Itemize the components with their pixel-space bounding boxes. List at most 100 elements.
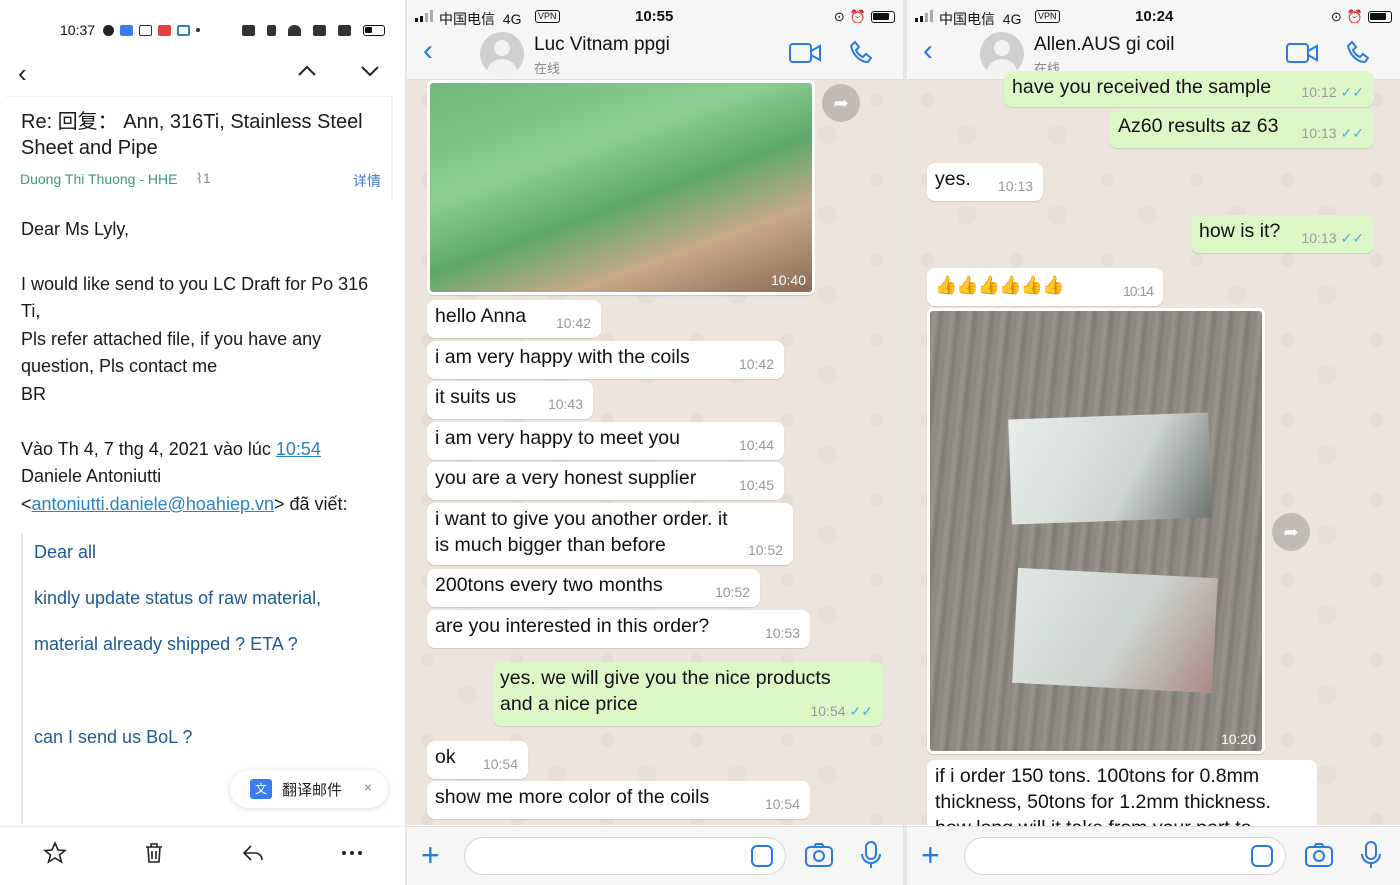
status-clock: 10:55 <box>635 8 674 25</box>
vibrate-icon <box>267 24 276 36</box>
camera-icon[interactable] <box>1304 840 1334 870</box>
message-time: 10:53 <box>764 625 800 641</box>
phone-call-icon[interactable] <box>849 40 875 66</box>
incoming-message[interactable]: i want to give you another order. it is … <box>427 503 793 565</box>
vpn-badge: VPN <box>1035 10 1060 23</box>
incoming-message[interactable]: show me more color of the coils 10:54 <box>427 781 810 819</box>
incoming-message[interactable]: hello Anna 10:42 <box>427 300 601 338</box>
hd-icon <box>313 24 326 36</box>
chevron-down-icon[interactable] <box>359 60 381 82</box>
back-icon[interactable]: ‹ <box>18 58 27 89</box>
message-time: 10:13 <box>997 178 1033 194</box>
message-time: 10:43 <box>547 396 583 412</box>
quote-time-link[interactable]: 10:54 <box>276 439 321 459</box>
alarm-icon <box>242 24 255 36</box>
coil-photo-message[interactable]: 10:40 <box>427 80 815 295</box>
incoming-message[interactable]: 200tons every two months 10:52 <box>427 569 760 607</box>
message-input[interactable] <box>464 837 786 875</box>
mail-icon <box>139 24 153 36</box>
camera-icon[interactable] <box>804 840 834 870</box>
chevron-up-icon[interactable] <box>296 60 318 82</box>
phone-call-icon[interactable] <box>1346 40 1372 66</box>
avatar[interactable] <box>980 32 1024 76</box>
sample-photo-message[interactable]: 10:20 <box>927 308 1265 754</box>
wifi-icon <box>288 24 301 36</box>
alarm-icon: ⏰ <box>1346 9 1363 24</box>
message-time: 10:14 <box>1122 283 1154 299</box>
close-icon[interactable]: × <box>364 779 372 795</box>
video-call-icon[interactable] <box>1286 42 1318 64</box>
incoming-message[interactable]: if i order 150 tons. 100tons for 0.8mm t… <box>927 760 1317 839</box>
contact-name[interactable]: Allen.AUS gi coil <box>1034 34 1174 56</box>
back-icon[interactable]: ‹ <box>923 34 933 68</box>
email-sender[interactable]: Duong Thi Thuong - HHE <box>20 171 177 187</box>
plus-icon[interactable]: + <box>421 837 440 874</box>
email-address-link[interactable]: antoniutti.daniele@hoahiep.vn <box>32 494 274 514</box>
notification-icon <box>103 24 115 36</box>
forward-icon[interactable]: ➦ <box>1272 513 1310 551</box>
forward-icon[interactable]: ➦ <box>822 84 860 122</box>
incoming-message[interactable]: 👍👍👍👍👍👍 10:14 <box>927 268 1163 306</box>
read-ticks-icon: ✓✓ <box>1340 125 1364 141</box>
paperclip-icon: ⌇ <box>196 170 203 186</box>
microphone-icon[interactable] <box>860 840 882 870</box>
greeting: Dear Ms Lyly, <box>21 219 130 239</box>
email-header: Re: 回复： Ann, 316Ti, Stainless Steel Shee… <box>6 96 393 200</box>
read-ticks-icon: ✓✓ <box>1340 84 1364 100</box>
sample-plate <box>1008 412 1212 525</box>
incoming-message[interactable]: yes. 10:13 <box>927 163 1043 201</box>
reply-icon[interactable] <box>241 841 265 865</box>
sticker-icon[interactable] <box>1251 845 1273 867</box>
quoted-line: material already shipped ? ETA ? <box>34 634 298 654</box>
contact-name[interactable]: Luc Vitnam ppgi <box>534 34 670 56</box>
incoming-message[interactable]: are you interested in this order? 10:53 <box>427 610 810 648</box>
attachment-indicator[interactable]: ⌇1 <box>196 170 211 187</box>
microphone-icon[interactable] <box>1360 840 1382 870</box>
incoming-message[interactable]: i am very happy to meet you 10:44 <box>427 422 784 460</box>
outgoing-message[interactable]: how is it? 10:13 ✓✓ <box>1191 215 1374 253</box>
back-icon[interactable]: ‹ <box>423 34 433 68</box>
status-clock: 10:24 <box>1135 8 1174 25</box>
message-input[interactable] <box>964 837 1286 875</box>
video-call-icon[interactable] <box>789 42 821 64</box>
incoming-message[interactable]: it suits us 10:43 <box>427 381 593 419</box>
message-time: 10:52 <box>714 584 750 600</box>
message-time: 10:54 ✓✓ <box>810 703 873 719</box>
chat-header: ‹ Luc Vitnam ppgi 在线 <box>407 28 903 80</box>
outgoing-message[interactable]: yes. we will give you the nice products … <box>493 662 883 726</box>
battery-icon <box>871 11 895 23</box>
body-line: BR <box>21 383 47 404</box>
avatar[interactable] <box>480 32 524 76</box>
signal-icon <box>338 24 351 36</box>
quoted-line: kindly update status of raw material, <box>34 588 322 608</box>
more-icon[interactable] <box>340 841 364 865</box>
quoted-line: Dear all <box>34 542 97 562</box>
email-body: Dear Ms Lyly, I would like send to you L… <box>21 216 385 518</box>
translate-email-button[interactable]: 文 翻译邮件 × <box>230 770 388 808</box>
sticker-icon[interactable] <box>751 845 773 867</box>
translate-icon: 文 <box>250 779 272 799</box>
trash-icon[interactable] <box>142 841 166 865</box>
message-time: 10:12 ✓✓ <box>1301 84 1364 100</box>
outgoing-message[interactable]: have you received the sample 10:12 ✓✓ <box>1004 71 1374 107</box>
star-icon[interactable] <box>43 841 67 865</box>
carrier: 中国电信 4G <box>939 11 1022 27</box>
outgoing-message[interactable]: Az60 results az 63 10:13 ✓✓ <box>1109 110 1374 148</box>
incoming-message[interactable]: i am very happy with the coils 10:42 <box>427 341 784 379</box>
quote-header: Vào Th 4, 7 thg 4, 2021 vào lúc 10:54 <box>21 438 321 459</box>
read-ticks-icon: ✓✓ <box>1340 230 1364 246</box>
vpn-badge: VPN <box>535 10 560 23</box>
message-time: 10:54 <box>764 796 800 812</box>
email-subject: Re: 回复： Ann, 316Ti, Stainless Steel Shee… <box>21 111 363 159</box>
contact-status: 在线 <box>534 61 561 76</box>
message-time: 10:54 <box>482 756 518 772</box>
signal-icon <box>915 10 933 22</box>
message-time: 10:42 <box>555 315 591 331</box>
email-panel: 10:37 ‹ Re: 回复： Ann, 316Ti, Stainless St… <box>0 0 405 885</box>
details-link[interactable]: 详情 <box>353 171 381 191</box>
signal-icon <box>415 10 433 22</box>
more-dot-icon <box>196 28 201 32</box>
incoming-message[interactable]: ok 10:54 <box>427 741 528 779</box>
plus-icon[interactable]: + <box>921 837 940 874</box>
incoming-message[interactable]: you are a very honest supplier 10:45 <box>427 462 784 500</box>
